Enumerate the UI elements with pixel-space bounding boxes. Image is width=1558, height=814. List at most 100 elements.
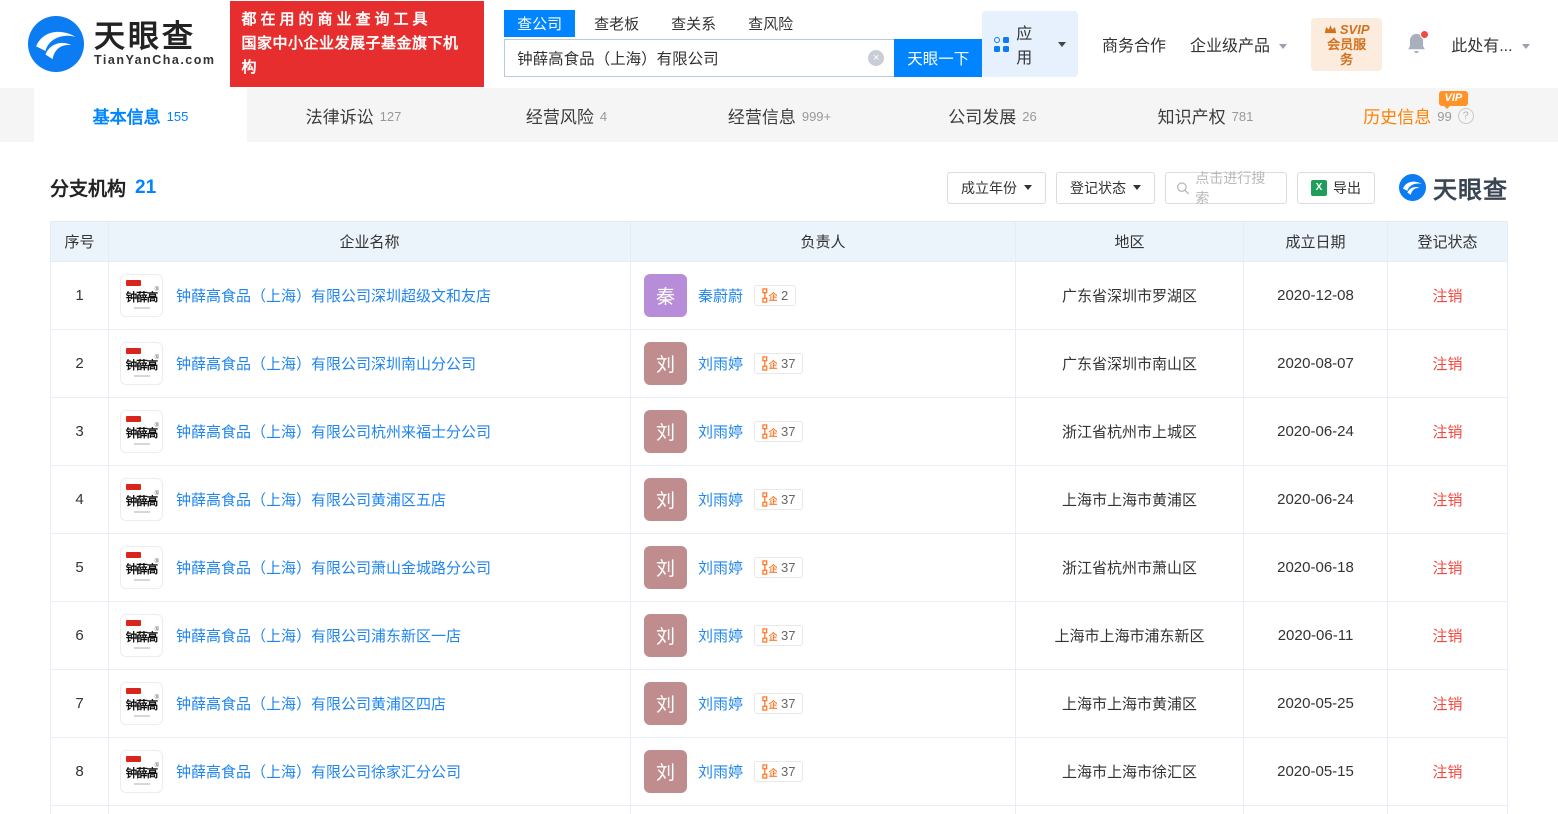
page-tab[interactable]: 历史信息 99 VIP ?	[1312, 88, 1525, 142]
person-avatar[interactable]: 刘	[644, 546, 687, 589]
person-avatar[interactable]: 刘	[644, 750, 687, 793]
company-name-link[interactable]: 钟薛高食品（上海）有限公司黄浦区四店	[176, 693, 446, 714]
person-avatar[interactable]: 刘	[644, 410, 687, 453]
notifications-bell-icon[interactable]	[1406, 32, 1427, 56]
company-name-link[interactable]: 钟薛高食品（上海）有限公司徐家汇分公司	[176, 761, 461, 782]
status-badge: 注销	[1432, 696, 1462, 713]
search-tab[interactable]: 查关系	[658, 10, 729, 37]
filter-registration-status-dropdown[interactable]: 登记状态	[1056, 172, 1155, 204]
person-companies-badge[interactable]: 企 37	[754, 489, 803, 510]
company-name-link[interactable]: 钟薛高食品（上海）有限公司浦东新区一店	[176, 625, 461, 646]
search-tabs: 查公司 查老板 查关系 查风险	[504, 11, 982, 37]
page-tab[interactable]: 经营风险 4	[460, 88, 673, 142]
person-name-link[interactable]: 刘雨婷	[698, 557, 743, 578]
search-box: ×	[504, 39, 894, 77]
chevron-down-icon	[1279, 44, 1287, 49]
table-row: 5 钟薛高 ® 钟薛高食品（上海）有限公司萧山金城路分公司 刘 刘雨婷	[51, 534, 1508, 602]
row-date: 2020-05-25	[1244, 670, 1388, 738]
person-name-link[interactable]: 秦蔚蔚	[698, 285, 743, 306]
section-count: 21	[135, 177, 156, 199]
site-logo[interactable]: 天眼查 TianYanCha.com	[28, 16, 216, 72]
page-tab[interactable]: 知识产权 781	[1099, 88, 1312, 142]
search-tab[interactable]: 查风险	[735, 10, 806, 37]
person-companies-badge[interactable]: 企 37	[754, 693, 803, 714]
tianyancha-watermark: 天眼查	[1399, 170, 1508, 205]
filter-status-label: 登记状态	[1070, 178, 1126, 198]
search-tab[interactable]: 查公司	[504, 10, 575, 37]
company-name-link[interactable]: 钟薛高食品（上海）有限公司黄浦区五店	[176, 489, 446, 510]
header-nav: 应用 商务合作 企业级产品 SVIP 会员服务 此处有...	[982, 11, 1530, 77]
person-name-link[interactable]: 刘雨婷	[698, 353, 743, 374]
company-name-link[interactable]: 钟薛高食品（上海）有限公司深圳南山分公司	[176, 353, 476, 374]
table-body: 1 钟薛高 ® 钟薛高食品（上海）有限公司深圳超级文和友店 秦 秦蔚蔚	[51, 262, 1508, 806]
row-region: 上海市上海市浦东新区	[1016, 602, 1244, 670]
slogan-banner: 都在用的商业查询工具 国家中小企业发展子基金旗下机构	[230, 1, 485, 87]
badge-count: 37	[781, 764, 795, 779]
person-companies-badge[interactable]: 企 37	[754, 557, 803, 578]
person-companies-badge[interactable]: 企 2	[754, 285, 796, 306]
logo-red-tag	[126, 552, 141, 558]
company-name-link[interactable]: 钟薛高食品（上海）有限公司杭州来福士分公司	[176, 421, 491, 442]
org-chart-icon: 企	[762, 560, 777, 575]
row-date: 2020-06-18	[1244, 534, 1388, 602]
help-icon[interactable]: ?	[1458, 108, 1474, 124]
person-name-link[interactable]: 刘雨婷	[698, 489, 743, 510]
org-chart-icon: 企	[762, 696, 777, 711]
registered-mark: ®	[155, 423, 159, 429]
export-button[interactable]: X 导出	[1297, 172, 1375, 204]
nav-business-cooperation[interactable]: 商务合作	[1102, 32, 1166, 56]
table-search-input[interactable]: 点击进行搜索	[1165, 172, 1287, 204]
person-avatar[interactable]: 刘	[644, 342, 687, 385]
company-name-link[interactable]: 钟薛高食品（上海）有限公司萧山金城路分公司	[176, 557, 491, 578]
person-companies-badge[interactable]: 企 37	[754, 625, 803, 646]
person-name-link[interactable]: 刘雨婷	[698, 421, 743, 442]
svip-label-bottom: 会员服务	[1321, 37, 1371, 67]
logo-underline	[134, 443, 150, 445]
person-name-link[interactable]: 刘雨婷	[698, 693, 743, 714]
badge-count: 37	[781, 424, 795, 439]
brand-domain: TianYanCha.com	[94, 53, 216, 67]
person-avatar[interactable]: 刘	[644, 682, 687, 725]
row-date: 2020-06-24	[1244, 466, 1388, 534]
person-avatar[interactable]: 刘	[644, 478, 687, 521]
search-button[interactable]: 天眼一下	[894, 39, 982, 77]
badge-count: 37	[781, 560, 795, 575]
page-tab-count: 999+	[802, 109, 831, 124]
svip-member-button[interactable]: SVIP 会员服务	[1311, 18, 1381, 71]
row-index: 2	[51, 330, 109, 398]
search-input[interactable]	[504, 39, 894, 77]
chevron-down-icon	[1024, 185, 1032, 190]
company-logo: 钟薛高 ®	[120, 478, 163, 521]
person-avatar[interactable]: 刘	[644, 614, 687, 657]
page-tab[interactable]: 公司发展 26	[886, 88, 1099, 142]
row-region: 浙江省杭州市上城区	[1016, 398, 1244, 466]
row-region: 上海市上海市黄浦区	[1016, 670, 1244, 738]
enterprise-label: 企业级产品	[1190, 38, 1270, 55]
badge-count: 37	[781, 628, 795, 643]
user-label: 此处有...	[1451, 38, 1512, 55]
company-name-link[interactable]: 钟薛高食品（上海）有限公司深圳超级文和友店	[176, 285, 491, 306]
person-avatar[interactable]: 秦	[644, 274, 687, 317]
status-badge: 注销	[1432, 424, 1462, 441]
logo-underline	[134, 579, 150, 581]
svg-text:企: 企	[768, 631, 777, 642]
org-chart-icon: 企	[762, 424, 777, 439]
person-companies-badge[interactable]: 企 37	[754, 421, 803, 442]
user-account-menu[interactable]: 此处有...	[1451, 32, 1530, 56]
person-companies-badge[interactable]: 企 37	[754, 353, 803, 374]
person-name-link[interactable]: 刘雨婷	[698, 761, 743, 782]
row-date: 2020-12-08	[1244, 262, 1388, 330]
person-name-link[interactable]: 刘雨婷	[698, 625, 743, 646]
page-tab[interactable]: 基本信息 155	[34, 88, 247, 142]
page-tab[interactable]: 经营信息 999+	[673, 88, 886, 142]
nav-enterprise-products[interactable]: 企业级产品	[1190, 32, 1287, 56]
brand-name: 天眼查	[94, 21, 216, 53]
page-tab[interactable]: 法律诉讼 127	[247, 88, 460, 142]
row-date: 2020-05-15	[1244, 738, 1388, 806]
filter-founded-year-dropdown[interactable]: 成立年份	[947, 172, 1046, 204]
row-date: 2020-06-24	[1244, 398, 1388, 466]
logo-underline	[134, 647, 150, 649]
person-companies-badge[interactable]: 企 37	[754, 761, 803, 782]
apps-menu-button[interactable]: 应用	[982, 11, 1078, 77]
search-tab[interactable]: 查老板	[581, 10, 652, 37]
